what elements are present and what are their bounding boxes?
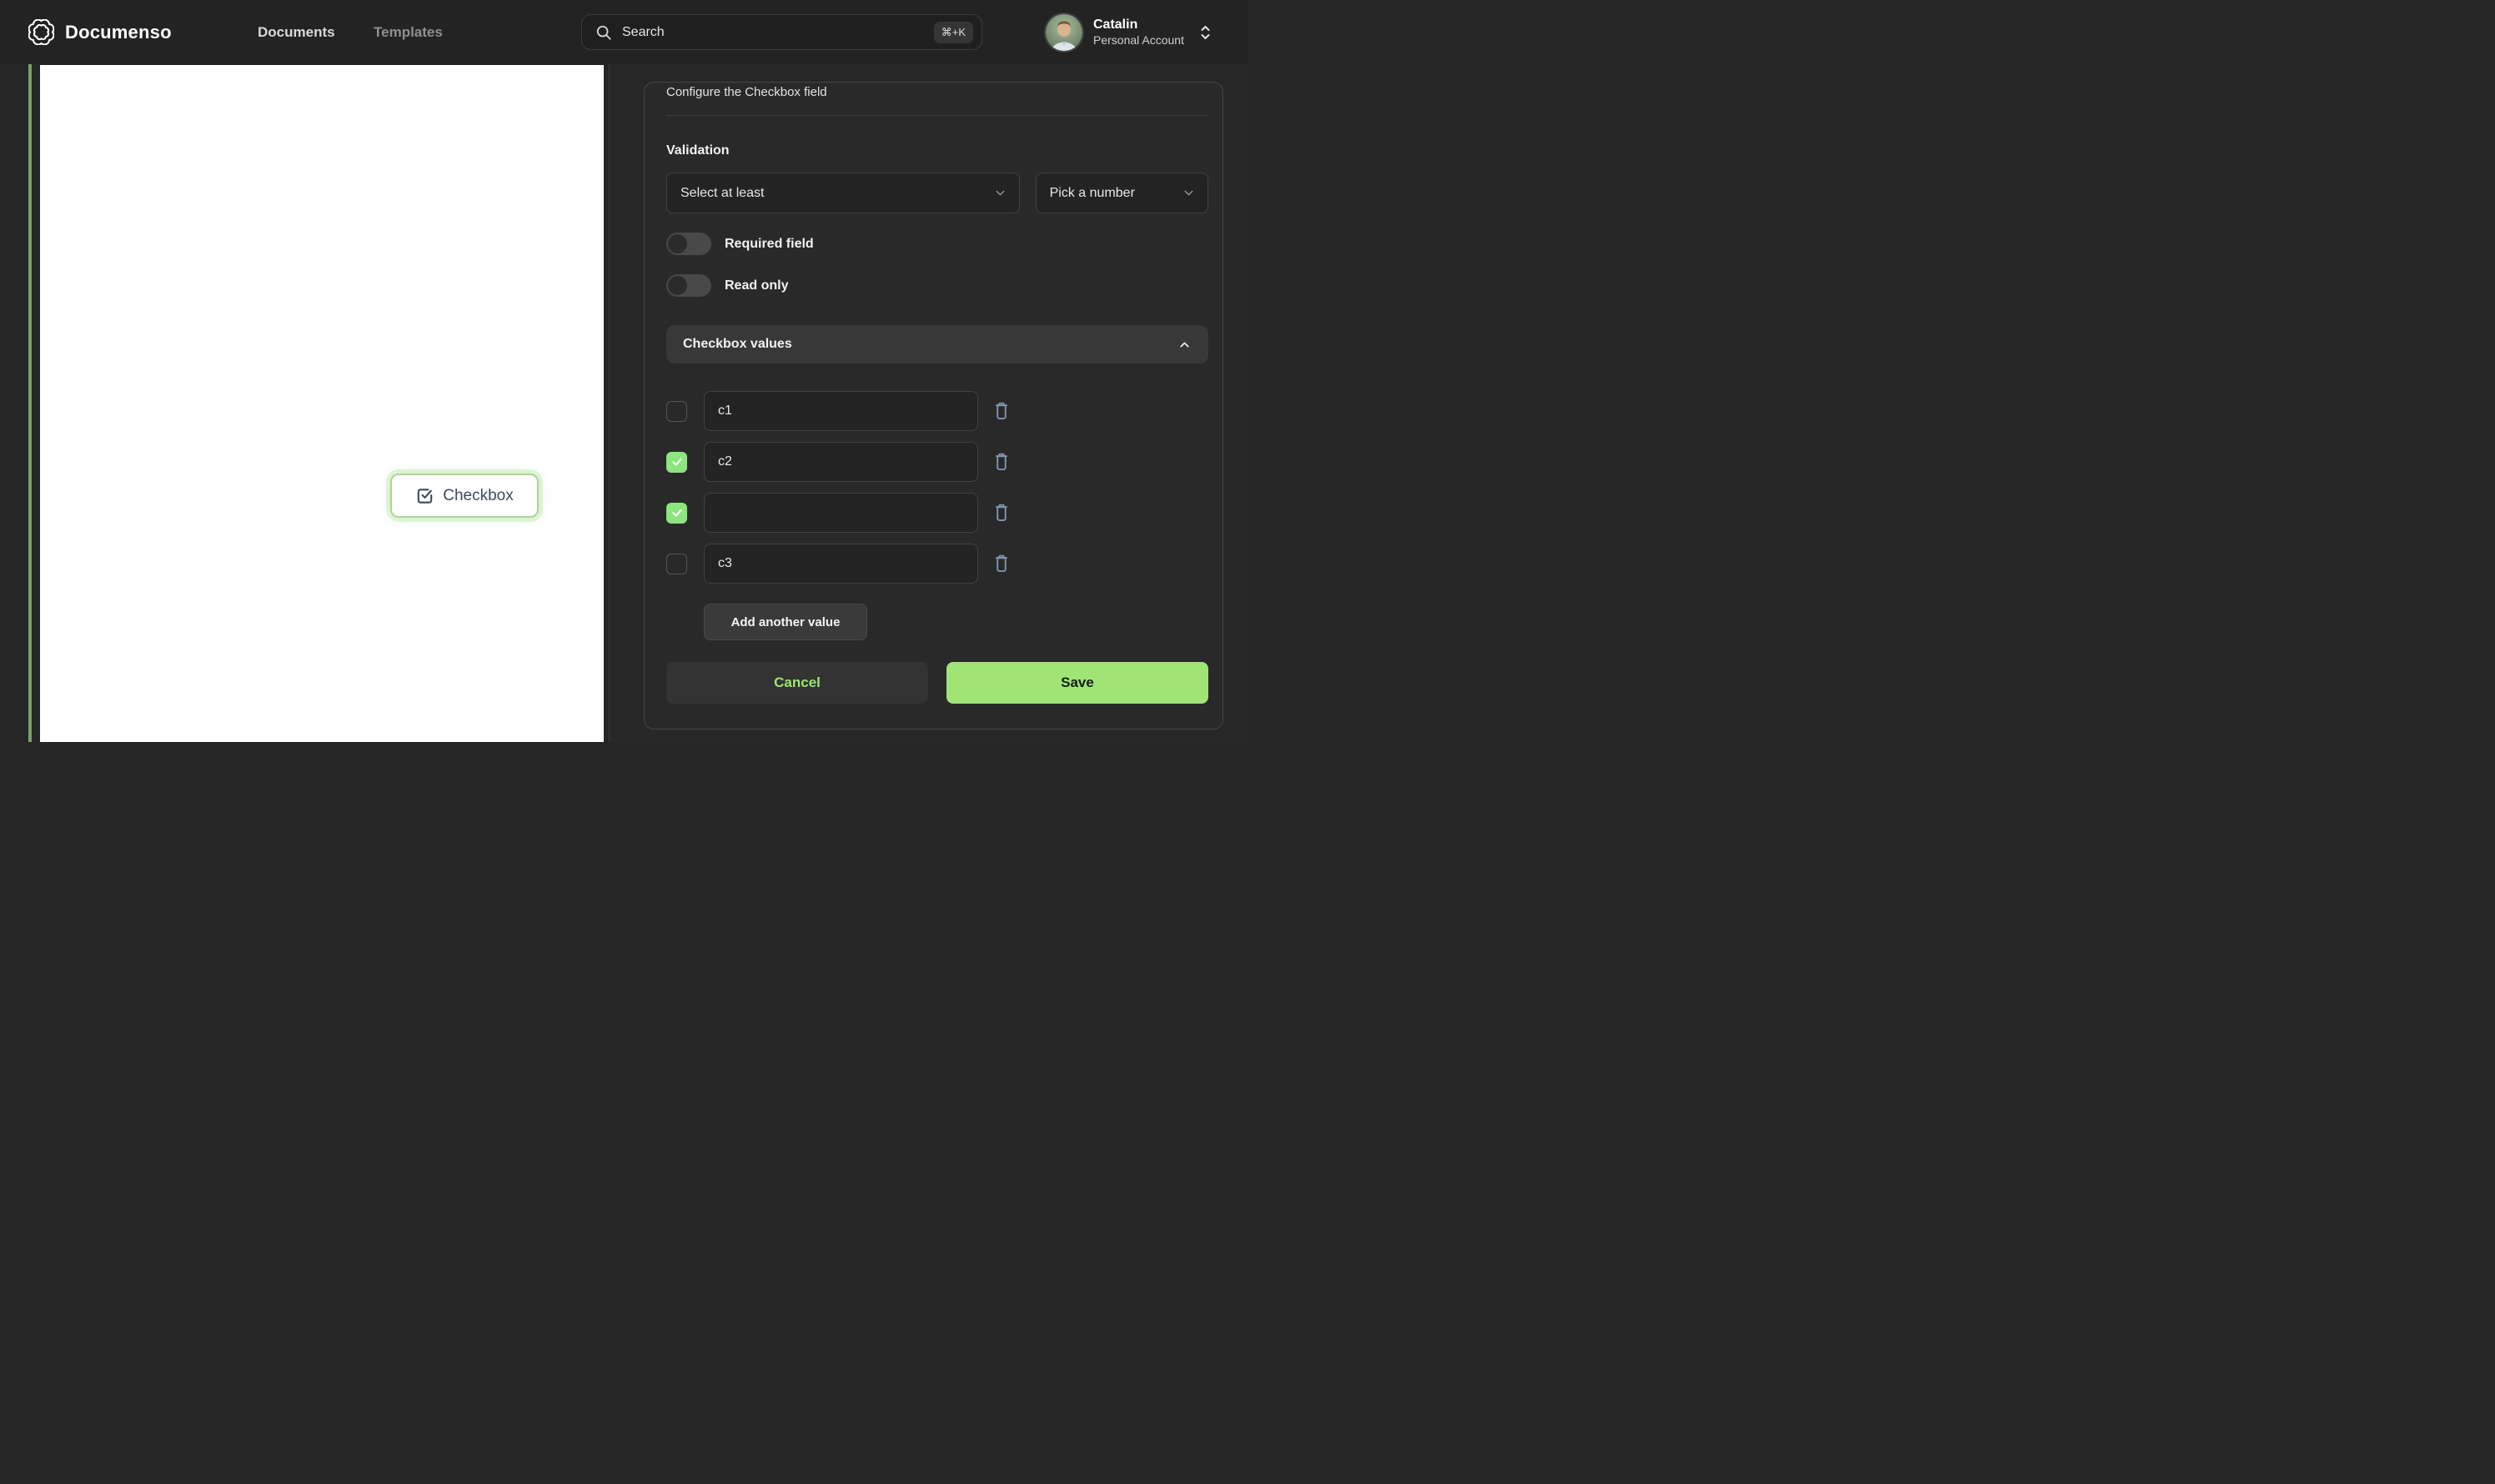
trash-icon	[996, 453, 1007, 471]
checkbox-square-icon	[415, 486, 434, 505]
search-input[interactable]	[622, 24, 924, 40]
value-input[interactable]	[704, 544, 978, 584]
checkbox-value-row	[666, 493, 1208, 533]
delete-value-button[interactable]	[992, 401, 1011, 421]
delete-value-button[interactable]	[992, 554, 1011, 574]
card-title-divider	[666, 115, 1208, 116]
nav-templates[interactable]: Templates	[374, 0, 443, 64]
required-field-toggle[interactable]	[666, 233, 711, 255]
checkbox-value-row	[666, 544, 1208, 584]
checkbox-values-accordion[interactable]: Checkbox values	[666, 325, 1208, 363]
document-page[interactable]: Checkbox	[40, 65, 604, 742]
value-checkbox[interactable]	[666, 451, 687, 473]
add-another-value-button[interactable]: Add another value	[704, 604, 867, 640]
value-checkbox[interactable]	[666, 400, 687, 422]
validation-label: Validation	[666, 143, 730, 158]
chevron-down-icon	[1184, 190, 1193, 196]
checkbox-value-row	[666, 391, 1208, 431]
value-input[interactable]	[704, 493, 978, 533]
search-shortcut-badge: ⌘+K	[933, 21, 973, 43]
user-name: Catalin	[1093, 17, 1138, 32]
checkbox-value-row	[666, 442, 1208, 482]
value-checkbox[interactable]	[666, 502, 687, 524]
chevron-up-icon	[1180, 342, 1189, 347]
search-icon	[595, 24, 612, 41]
required-field-label: Required field	[725, 236, 814, 251]
cancel-button[interactable]: Cancel	[666, 662, 928, 704]
nav-documents[interactable]: Documents	[258, 0, 335, 64]
brand-name: Documenso	[65, 21, 172, 43]
read-only-label: Read only	[725, 278, 789, 293]
trash-icon	[996, 402, 1007, 420]
document-viewer: Checkbox	[0, 64, 609, 742]
chevron-down-icon	[996, 190, 1005, 196]
top-navigation-bar: Documenso Documents Templates ⌘+K	[0, 0, 1248, 64]
checkbox-field-widget[interactable]: Checkbox	[390, 474, 539, 518]
validation-number-value: Pick a number	[1049, 185, 1135, 200]
user-account-type: Personal Account	[1093, 33, 1184, 47]
validation-rule-select[interactable]: Select at least	[666, 173, 1020, 213]
checkbox-values-title: Checkbox values	[683, 337, 792, 351]
trash-icon	[996, 554, 1007, 573]
brand[interactable]: Documenso	[28, 0, 172, 64]
avatar	[1044, 12, 1084, 53]
checkbox-values-list	[666, 391, 1208, 584]
delete-value-button[interactable]	[992, 452, 1011, 472]
validation-rule-value: Select at least	[680, 185, 765, 200]
trash-icon	[996, 504, 1007, 522]
documenso-logo-icon	[28, 19, 54, 45]
page-active-indicator	[28, 64, 32, 742]
search-bar[interactable]: ⌘+K	[581, 14, 982, 50]
user-account-menu[interactable]: Catalin Personal Account	[1044, 0, 1212, 64]
chevrons-up-down-icon	[1198, 24, 1212, 41]
value-checkbox[interactable]	[666, 553, 687, 574]
delete-value-button[interactable]	[992, 503, 1011, 523]
value-input[interactable]	[704, 391, 978, 431]
card-title: Configure the Checkbox field	[666, 85, 827, 99]
read-only-toggle[interactable]	[666, 274, 711, 297]
field-settings-card: Configure the Checkbox field Validation …	[644, 82, 1223, 729]
checkbox-field-label: Checkbox	[443, 486, 514, 504]
value-input[interactable]	[704, 442, 978, 482]
save-button[interactable]: Save	[946, 662, 1208, 704]
validation-number-select[interactable]: Pick a number	[1035, 173, 1208, 213]
